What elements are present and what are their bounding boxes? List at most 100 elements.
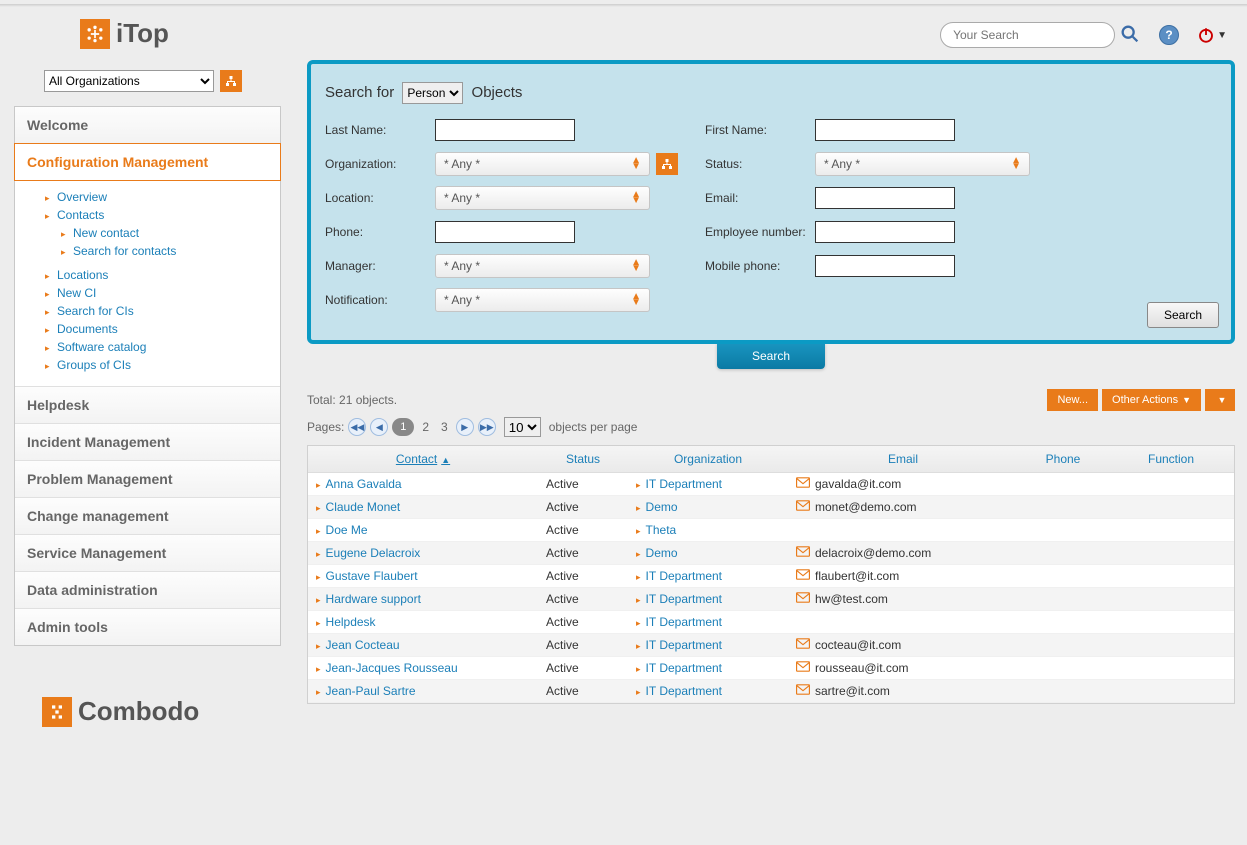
subnav-groups-cis[interactable]: Groups of CIs — [57, 358, 131, 372]
action-new-button[interactable]: New... — [1047, 389, 1098, 411]
nav-incident-management[interactable]: Incident Management — [15, 424, 280, 461]
search-submit-button[interactable]: Search — [1147, 302, 1219, 328]
nav-problem-management[interactable]: Problem Management — [15, 461, 280, 498]
cell-status: Active — [538, 565, 628, 588]
pager-first-icon[interactable]: ◀◀ — [348, 418, 366, 436]
label-notification: Notification: — [325, 293, 435, 307]
search-toggle-tab[interactable]: Search — [717, 343, 825, 369]
col-function[interactable]: Function — [1108, 446, 1234, 473]
cell-email: cocteau@it.com — [815, 638, 901, 652]
subnav-locations[interactable]: Locations — [57, 268, 108, 282]
org-link[interactable]: IT Department — [646, 569, 722, 583]
pager-next-icon[interactable]: ▶ — [456, 418, 474, 436]
cell-email: gavalda@it.com — [815, 477, 901, 491]
nav-data-administration[interactable]: Data administration — [15, 572, 280, 609]
org-link[interactable]: IT Department — [646, 661, 722, 675]
org-link[interactable]: IT Department — [646, 638, 722, 652]
org-link[interactable]: IT Department — [646, 615, 722, 629]
org-tree-button-inline[interactable] — [656, 153, 678, 175]
mail-icon — [796, 500, 810, 511]
org-link[interactable]: IT Department — [646, 477, 722, 491]
help-icon[interactable]: ? — [1159, 25, 1179, 45]
app-logo: iTop — [80, 18, 169, 49]
contact-link[interactable]: Jean-Paul Sartre — [326, 684, 416, 698]
input-email[interactable] — [815, 187, 955, 209]
table-row: ▸Jean CocteauActive▸IT Departmentcocteau… — [308, 634, 1234, 657]
contact-link[interactable]: Jean Cocteau — [326, 638, 400, 652]
cell-email: delacroix@demo.com — [815, 546, 931, 560]
contact-link[interactable]: Doe Me — [326, 523, 368, 537]
subnav-search-cis[interactable]: Search for CIs — [57, 304, 134, 318]
org-link[interactable]: Theta — [646, 523, 677, 537]
contact-link[interactable]: Claude Monet — [326, 500, 401, 514]
cell-status: Active — [538, 519, 628, 542]
nav-service-management[interactable]: Service Management — [15, 535, 280, 572]
action-other-button[interactable]: Other Actions ▼ — [1102, 389, 1201, 411]
input-last-name[interactable] — [435, 119, 575, 141]
logout-button[interactable]: ▼ — [1197, 26, 1227, 44]
org-link[interactable]: IT Department — [646, 684, 722, 698]
contact-link[interactable]: Jean-Jacques Rousseau — [326, 661, 458, 675]
label-status: Status: — [705, 157, 815, 171]
col-phone[interactable]: Phone — [1018, 446, 1108, 473]
global-search-input[interactable] — [940, 22, 1115, 48]
label-employee-number: Employee number: — [705, 225, 815, 239]
nav-admin-tools[interactable]: Admin tools — [15, 609, 280, 645]
col-organization[interactable]: Organization — [628, 446, 788, 473]
table-row: ▸Hardware supportActive▸IT Departmenthw@… — [308, 588, 1234, 611]
org-link[interactable]: Demo — [646, 500, 678, 514]
dropdown-notification[interactable]: * Any *▲▼ — [435, 288, 650, 312]
contact-link[interactable]: Helpdesk — [326, 615, 376, 629]
action-tools-button[interactable]: ▼ — [1205, 389, 1235, 411]
subnav-overview[interactable]: Overview — [57, 190, 107, 204]
per-page-select[interactable]: 10 — [504, 417, 541, 437]
org-selector[interactable]: All Organizations — [44, 70, 214, 92]
col-email[interactable]: Email — [788, 446, 1018, 473]
dropdown-status[interactable]: * Any *▲▼ — [815, 152, 1030, 176]
contact-link[interactable]: Gustave Flaubert — [326, 569, 418, 583]
col-status[interactable]: Status — [538, 446, 628, 473]
search-icon[interactable] — [1119, 23, 1141, 48]
mail-icon — [796, 546, 810, 557]
dropdown-location[interactable]: * Any *▲▼ — [435, 186, 650, 210]
label-last-name: Last Name: — [325, 123, 435, 137]
input-mobile[interactable] — [815, 255, 955, 277]
label-mobile: Mobile phone: — [705, 259, 815, 273]
search-class-select[interactable]: Person — [402, 82, 463, 104]
contact-link[interactable]: Anna Gavalda — [326, 477, 402, 491]
subnav-new-contact[interactable]: New contact — [73, 226, 139, 240]
nav-configuration-management[interactable]: Configuration Management — [14, 143, 281, 181]
pager-page-2[interactable]: 2 — [418, 420, 433, 434]
input-first-name[interactable] — [815, 119, 955, 141]
pager-page-current[interactable]: 1 — [392, 418, 414, 436]
subnav-documents[interactable]: Documents — [57, 322, 118, 336]
contact-link[interactable]: Hardware support — [326, 592, 421, 606]
combodo-icon — [42, 697, 72, 727]
nav-helpdesk[interactable]: Helpdesk — [15, 387, 280, 424]
input-employee-number[interactable] — [815, 221, 955, 243]
nav-welcome[interactable]: Welcome — [15, 107, 280, 144]
subnav-new-ci[interactable]: New CI — [57, 286, 96, 300]
pager-page-3[interactable]: 3 — [437, 420, 452, 434]
cell-status: Active — [538, 473, 628, 496]
cell-status: Active — [538, 496, 628, 519]
pager-last-icon[interactable]: ▶▶ — [478, 418, 496, 436]
subnav-contacts[interactable]: Contacts — [57, 208, 104, 222]
cell-status: Active — [538, 680, 628, 703]
org-link[interactable]: IT Department — [646, 592, 722, 606]
dropdown-organization[interactable]: * Any *▲▼ — [435, 152, 650, 176]
input-phone[interactable] — [435, 221, 575, 243]
subnav-software-catalog[interactable]: Software catalog — [57, 340, 146, 354]
dropdown-manager[interactable]: * Any *▲▼ — [435, 254, 650, 278]
mail-icon — [796, 477, 810, 488]
subnav-search-contacts[interactable]: Search for contacts — [73, 244, 176, 258]
col-contact[interactable]: Contact▲ — [308, 446, 538, 473]
org-link[interactable]: Demo — [646, 546, 678, 560]
label-organization: Organization: — [325, 157, 435, 171]
mail-icon — [796, 638, 810, 649]
mail-icon — [796, 661, 810, 672]
contact-link[interactable]: Eugene Delacroix — [326, 546, 421, 560]
org-tree-button[interactable] — [220, 70, 242, 92]
pager-prev-icon[interactable]: ◀ — [370, 418, 388, 436]
nav-change-management[interactable]: Change management — [15, 498, 280, 535]
